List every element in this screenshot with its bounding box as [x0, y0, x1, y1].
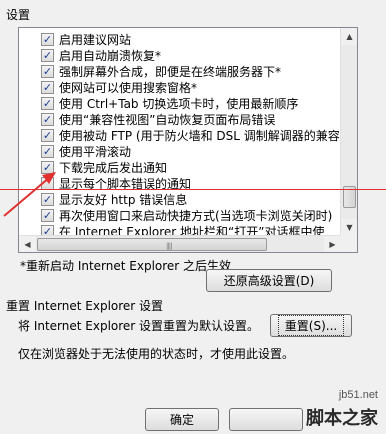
scroll-right-arrow-icon[interactable]: ▶: [324, 236, 341, 252]
settings-item-label: 使用 Ctrl+Tab 切换选项卡时，使用最新顺序: [59, 96, 299, 111]
advanced-settings-list[interactable]: ✓ 启用建议网站 ✓ 启用自动崩溃恢复* ✓ 强制屏幕外合成，即便是在终端服务器…: [18, 27, 358, 253]
reset-description: 将 Internet Explorer 设置重置为默认设置。: [18, 319, 260, 333]
reset-button[interactable]: 重置(S)...: [270, 314, 352, 337]
settings-item-label: 启用建议网站: [59, 32, 132, 47]
reset-section-title: 重置 Internet Explorer 设置: [6, 299, 164, 313]
settings-list-area: ✓ 启用建议网站 ✓ 启用自动崩溃恢复* ✓ 强制屏幕外合成，即便是在终端服务器…: [19, 28, 341, 236]
watermark-name: 脚本之家: [306, 408, 378, 429]
settings-item-label: 再次使用窗口来启动快捷方式(当选项卡浏览关闭时): [59, 208, 333, 223]
checkbox[interactable]: [41, 176, 54, 190]
reset-note: 仅在浏览器处于无法使用的状态时，才使用此设置。: [18, 347, 295, 361]
reset-button-label: 重置(S)...: [277, 315, 345, 336]
grip-icon: ||||: [166, 242, 173, 250]
horizontal-scroll-thumb[interactable]: ||||: [37, 238, 267, 251]
checkbox[interactable]: ✓: [41, 144, 54, 158]
restore-advanced-settings-button[interactable]: 还原高级设置(D): [206, 269, 332, 292]
checkbox[interactable]: ✓: [41, 160, 54, 174]
settings-item[interactable]: ✓ 在 Internet Explorer 地址栏和“打开”对话框中使: [19, 222, 325, 236]
checkbox[interactable]: ✓: [41, 64, 54, 78]
scroll-left-arrow-icon[interactable]: ◀: [19, 236, 36, 252]
ok-button[interactable]: 确定: [145, 408, 219, 431]
settings-item-label: 使用被动 FTP (用于防火墙和 DSL 调制解调器的兼容: [59, 128, 340, 143]
settings-item-label: 使网站可以使用搜索窗格*: [59, 80, 198, 95]
settings-item-label: 强制屏幕外合成，即便是在终端服务器下*: [59, 64, 282, 79]
checkbox[interactable]: ✓: [41, 48, 54, 62]
scroll-down-arrow-icon[interactable]: ▼: [341, 219, 357, 236]
settings-item-label: 显示友好 http 错误信息: [59, 192, 188, 207]
checkbox[interactable]: ✓: [41, 96, 54, 110]
checkbox[interactable]: ✓: [41, 208, 54, 222]
cancel-button[interactable]: [229, 408, 303, 431]
settings-item-label: 启用自动崩溃恢复*: [59, 48, 162, 63]
horizontal-scrollbar[interactable]: ◀ |||| ▶: [19, 235, 341, 252]
checkbox[interactable]: ✓: [41, 192, 54, 206]
settings-item-label: 使用“兼容性视图”自动恢复页面布局错误: [59, 112, 276, 127]
checkbox[interactable]: ✓: [41, 32, 54, 46]
scroll-up-arrow-icon[interactable]: ▲: [341, 28, 357, 45]
watermark-url: jb51.net: [338, 389, 378, 401]
settings-item-label: 下载完成后发出通知: [59, 160, 168, 175]
checkbox[interactable]: ✓: [41, 112, 54, 126]
restart-note: *重新启动 Internet Explorer 之后生效: [20, 259, 232, 273]
settings-item-label: 在 Internet Explorer 地址栏和“打开”对话框中使: [59, 224, 325, 237]
checkbox[interactable]: ✓: [41, 128, 54, 142]
section-title: 设置: [6, 8, 31, 22]
scrollbar-corner: [340, 235, 357, 252]
checkbox[interactable]: ✓: [41, 80, 54, 94]
vertical-scrollbar[interactable]: ▲ ▼: [340, 28, 357, 236]
annotation-line: [0, 189, 386, 190]
settings-item-label: 使用平滑滚动: [59, 144, 132, 159]
